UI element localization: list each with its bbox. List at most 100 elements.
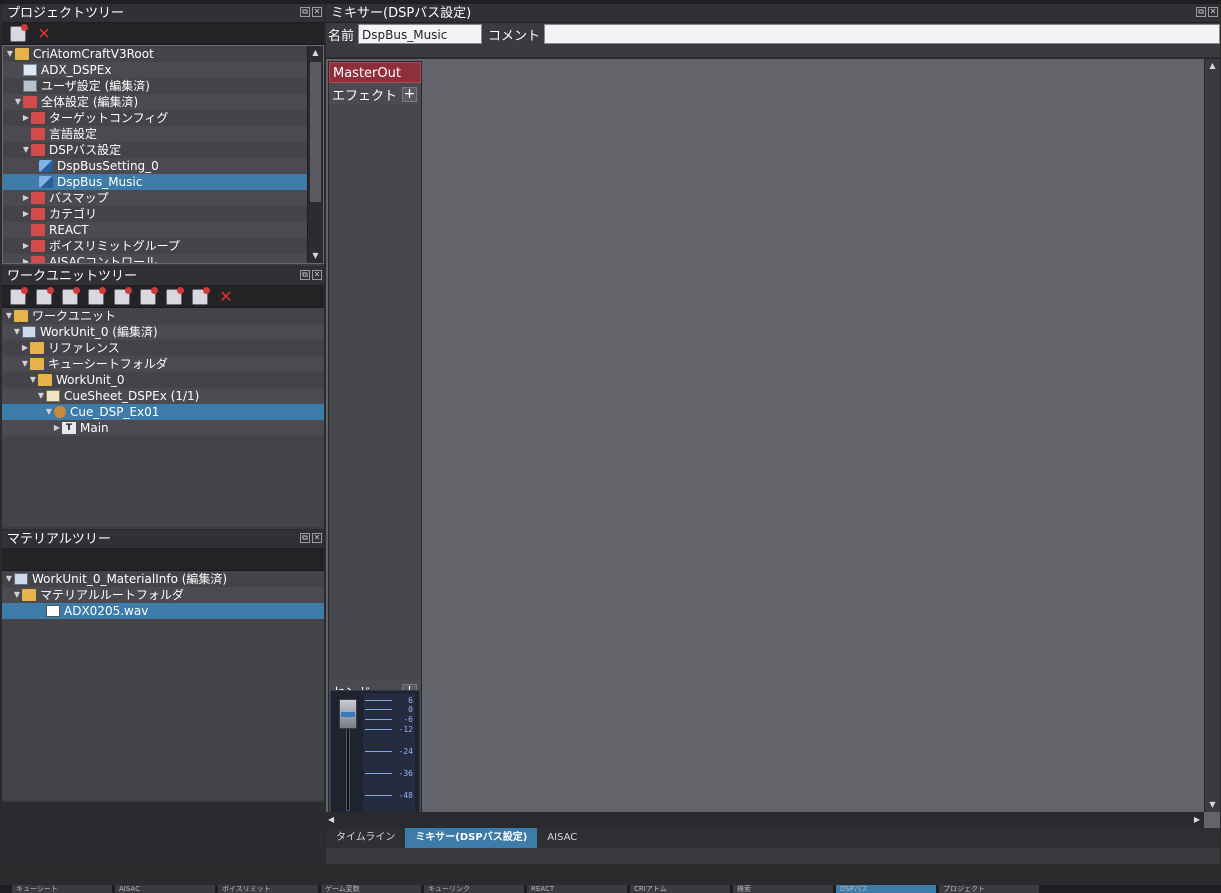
folder-icon bbox=[15, 48, 29, 60]
meter-tick: -12 bbox=[365, 725, 413, 734]
tree-row[interactable]: ▶ T Main bbox=[2, 420, 324, 436]
close-icon[interactable]: ✕ bbox=[312, 270, 322, 280]
scroll-up-icon[interactable]: ▲ bbox=[308, 46, 323, 60]
expand-toggle-icon[interactable]: ▶ bbox=[21, 238, 31, 254]
taskbar-item[interactable]: ボイスリミット bbox=[218, 885, 318, 893]
meter-tick: -48 bbox=[365, 791, 413, 800]
taskbar-item[interactable]: DSPバス bbox=[836, 885, 936, 893]
taskbar-item[interactable]: キューリンク bbox=[424, 885, 524, 893]
tree-row[interactable]: ▼ マテリアルルートフォルダ bbox=[2, 587, 324, 603]
expand-toggle-icon[interactable]: ▼ bbox=[28, 372, 38, 388]
bus-strip-title[interactable]: MasterOut bbox=[329, 62, 421, 83]
name-field[interactable]: DspBus_Music bbox=[358, 24, 483, 44]
mixer-title: ミキサー(DSPバス設定) bbox=[331, 6, 472, 21]
scroll-right-icon[interactable]: ▶ bbox=[1194, 812, 1200, 828]
expand-toggle-icon[interactable]: ▼ bbox=[4, 308, 14, 324]
scroll-up-icon[interactable]: ▲ bbox=[1205, 59, 1220, 73]
expand-toggle-icon[interactable]: ▶ bbox=[21, 254, 31, 263]
tree-row[interactable]: ▼ CueSheet_DSPEx (1/1) bbox=[2, 388, 324, 404]
expand-toggle-icon[interactable]: ▼ bbox=[5, 46, 15, 62]
tree-row[interactable]: ▼ ワークユニット bbox=[2, 308, 324, 324]
add-cuesheet-icon[interactable] bbox=[62, 286, 80, 305]
add-aisac-icon[interactable] bbox=[166, 286, 184, 305]
taskbar-item[interactable]: ゲーム変数 bbox=[321, 885, 421, 893]
tree-row[interactable]: ▶ バスマップ bbox=[3, 190, 307, 206]
float-icon[interactable]: ⧉ bbox=[300, 533, 310, 543]
tree-row[interactable]: ▶ ボイスリミットグループ bbox=[3, 238, 307, 254]
tree-row-label: ユーザ設定 (編集済) bbox=[41, 79, 150, 93]
add-workunit-icon[interactable] bbox=[10, 286, 28, 305]
mixer-tab[interactable]: タイムライン bbox=[326, 828, 405, 848]
expand-toggle-icon[interactable]: ▼ bbox=[36, 388, 46, 404]
tree-row[interactable]: ▼ DSPバス設定 bbox=[3, 142, 307, 158]
scroll-thumb[interactable] bbox=[310, 62, 321, 202]
close-icon[interactable]: ✕ bbox=[312, 7, 322, 17]
expand-toggle-icon[interactable]: ▼ bbox=[12, 587, 22, 603]
taskbar-item[interactable]: キューシート bbox=[12, 885, 112, 893]
tree-row-label: バスマップ bbox=[49, 191, 109, 205]
mixer-panel: ミキサー(DSPバス設定) ⧉ ✕ 名前 DspBus_Music コメント Ma… bbox=[326, 4, 1220, 864]
tree-row[interactable]: ▼ Cue_DSP_Ex01 bbox=[2, 404, 324, 420]
tree-row[interactable]: ▼ WorkUnit_0 bbox=[2, 372, 324, 388]
tree-row[interactable]: ▶ リファレンス bbox=[2, 340, 324, 356]
float-icon[interactable]: ⧉ bbox=[300, 7, 310, 17]
scroll-down-icon[interactable]: ▼ bbox=[1205, 798, 1220, 812]
delete-icon[interactable]: ✕ bbox=[218, 288, 234, 305]
comment-field[interactable] bbox=[544, 24, 1220, 44]
mixer-hscrollbar[interactable]: ◀ ▶ bbox=[326, 812, 1204, 828]
meter-tick-label: -48 bbox=[398, 791, 413, 800]
tree-row[interactable]: ユーザ設定 (編集済) bbox=[3, 78, 307, 94]
scroll-left-icon[interactable]: ◀ bbox=[328, 812, 334, 828]
float-icon[interactable]: ⧉ bbox=[300, 270, 310, 280]
tree-row[interactable]: ADX_DSPEx bbox=[3, 62, 307, 78]
close-icon[interactable]: ✕ bbox=[1208, 7, 1218, 17]
taskbar-item[interactable]: 検索 bbox=[733, 885, 833, 893]
expand-toggle-icon[interactable]: ▶ bbox=[21, 190, 31, 206]
tree-row[interactable]: ▶ AISACコントロール bbox=[3, 254, 307, 264]
tree-row[interactable]: ▼ キューシートフォルダ bbox=[2, 356, 324, 372]
expand-toggle-icon[interactable]: ▼ bbox=[13, 94, 23, 110]
taskbar-item[interactable]: CRIアトム bbox=[630, 885, 730, 893]
mixer-vscrollbar[interactable]: ▲ ▼ bbox=[1204, 59, 1220, 812]
close-icon[interactable]: ✕ bbox=[312, 533, 322, 543]
tree-row[interactable]: REACT bbox=[3, 222, 307, 238]
expand-toggle-icon[interactable]: ▶ bbox=[20, 340, 30, 356]
expand-toggle-icon[interactable]: ▶ bbox=[21, 206, 31, 222]
expand-toggle-icon[interactable]: ▼ bbox=[21, 142, 31, 158]
tree-row[interactable]: ▶ カテゴリ bbox=[3, 206, 307, 222]
tree-row[interactable]: 言語設定 bbox=[3, 126, 307, 142]
add-waveform-icon[interactable] bbox=[140, 286, 158, 305]
tree-row[interactable]: ADX0205.wav bbox=[2, 603, 324, 619]
tree-row[interactable]: ▼ CriAtomCraftV3Root bbox=[3, 46, 307, 62]
add-item-icon[interactable] bbox=[10, 23, 28, 42]
expand-toggle-icon[interactable]: ▼ bbox=[20, 356, 30, 372]
taskbar-item[interactable]: AISAC bbox=[115, 885, 215, 893]
fader-knob[interactable] bbox=[339, 699, 357, 729]
expand-toggle-icon[interactable]: ▶ bbox=[21, 110, 31, 126]
tree-row[interactable]: ▼ 全体設定 (編集済) bbox=[3, 94, 307, 110]
tree-row[interactable]: DspBus_Music bbox=[3, 174, 307, 190]
project-tree-scrollbar[interactable]: ▲ ▼ bbox=[307, 46, 323, 263]
taskbar-item[interactable]: プロジェクト bbox=[939, 885, 1039, 893]
float-icon[interactable]: ⧉ bbox=[1196, 7, 1206, 17]
mixer-tab[interactable]: AISAC bbox=[537, 828, 587, 848]
tree-row[interactable]: ▼ WorkUnit_0_MaterialInfo (編集済) bbox=[2, 571, 324, 587]
tree-row-label: AISACコントロール bbox=[49, 255, 157, 264]
expand-toggle-icon[interactable]: ▼ bbox=[4, 571, 14, 587]
add-track-icon[interactable] bbox=[114, 286, 132, 305]
tree-row[interactable]: DspBusSetting_0 bbox=[3, 158, 307, 174]
add-folder-icon[interactable] bbox=[36, 286, 54, 305]
add-cue-icon[interactable] bbox=[88, 286, 106, 305]
scroll-down-icon[interactable]: ▼ bbox=[308, 249, 323, 263]
tree-row[interactable]: ▶ ターゲットコンフィグ bbox=[3, 110, 307, 126]
tree-row[interactable]: ▼ WorkUnit_0 (編集済) bbox=[2, 324, 324, 340]
bus-strip: MasterOut エフェクト + センド + 60-6-12-24-36-48… bbox=[328, 61, 422, 822]
taskbar-item[interactable]: REACT bbox=[527, 885, 627, 893]
mixer-tab[interactable]: ミキサー(DSPバス設定) bbox=[405, 828, 538, 848]
add-block-icon[interactable] bbox=[192, 286, 210, 305]
expand-toggle-icon[interactable]: ▼ bbox=[44, 404, 54, 420]
add-effect-button[interactable]: + bbox=[402, 86, 417, 102]
expand-toggle-icon[interactable]: ▼ bbox=[12, 324, 22, 340]
delete-icon[interactable]: ✕ bbox=[36, 25, 52, 42]
expand-toggle-icon[interactable]: ▶ bbox=[52, 420, 62, 436]
